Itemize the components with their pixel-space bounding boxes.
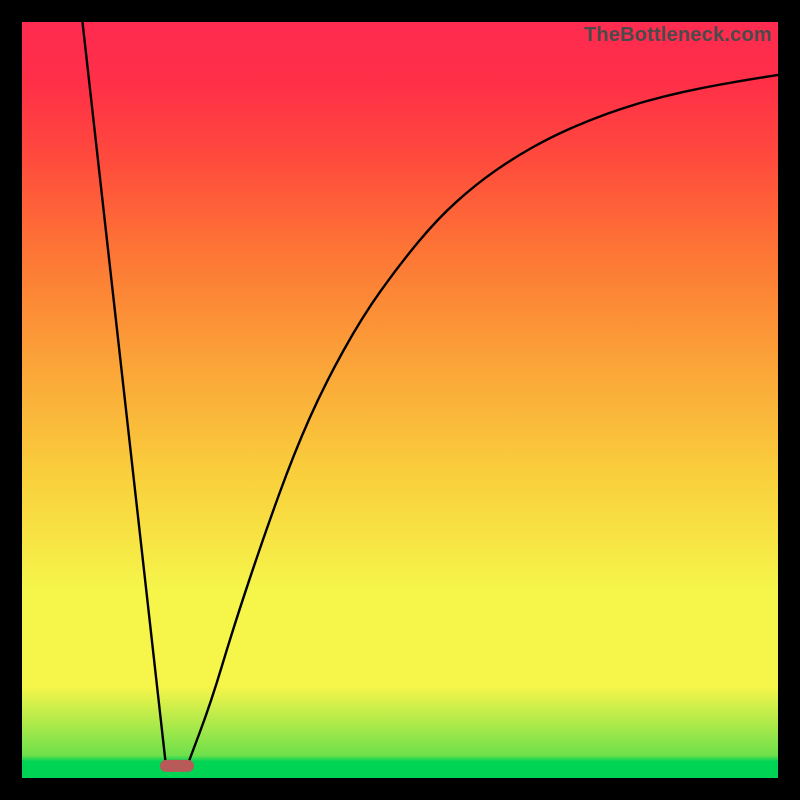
chart-frame: TheBottleneck.com — [0, 0, 800, 800]
left-line — [82, 22, 165, 763]
watermark-text: TheBottleneck.com — [584, 24, 772, 47]
chart-svg — [22, 22, 778, 778]
plateau-marker — [160, 760, 194, 772]
plot-area: TheBottleneck.com — [22, 22, 778, 778]
right-curve — [188, 75, 778, 763]
